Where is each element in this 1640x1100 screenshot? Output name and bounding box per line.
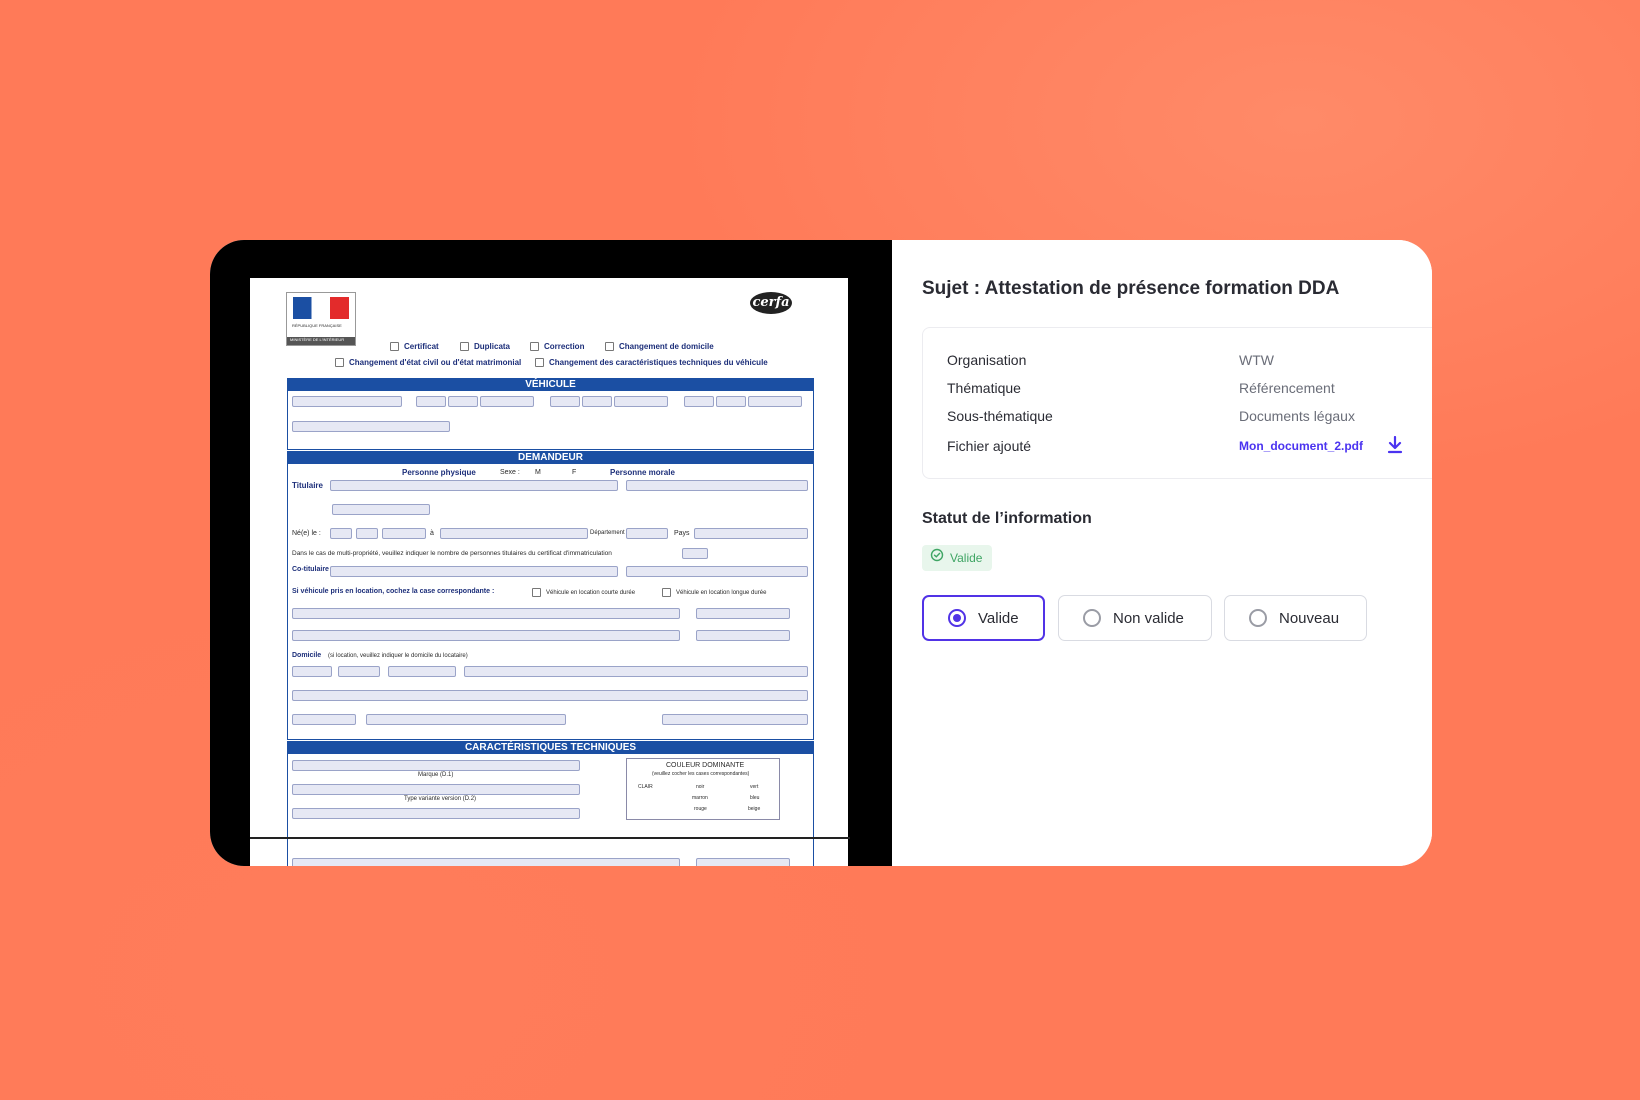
section-vehicule: VÉHICULE [287, 378, 814, 391]
main-card: RÉPUBLIQUE FRANÇAISE MINISTÈRE DE L'INTÉ… [210, 240, 1432, 866]
status-title: Statut de l’information [922, 510, 1092, 527]
section-caracteristiques: CARACTÉRISTIQUES TECHNIQUES [287, 741, 814, 754]
download-icon[interactable] [1387, 435, 1403, 459]
option-non-valide[interactable]: Non valide [1058, 595, 1212, 641]
document-viewer[interactable]: RÉPUBLIQUE FRANÇAISE MINISTÈRE DE L'INTÉ… [210, 240, 892, 866]
cerfa-logo: cerfa [750, 292, 792, 314]
status-badge: Valide [922, 545, 993, 571]
republique-logo: RÉPUBLIQUE FRANÇAISE MINISTÈRE DE L'INTÉ… [286, 292, 356, 346]
details-panel: Sujet : Attestation de présence formatio… [892, 240, 1432, 866]
info-value-thematique: Référencement [1239, 380, 1335, 396]
info-label-organisation: Organisation [947, 352, 1027, 368]
info-card: Organisation WTW Thématique Référencemen… [922, 327, 1432, 479]
subject-title: Sujet : Attestation de présence formatio… [922, 278, 1340, 299]
info-label-sous-thematique: Sous-thématique [947, 408, 1053, 424]
info-label-thematique: Thématique [947, 380, 1021, 396]
info-value-sous-thematique: Documents légaux [1239, 408, 1355, 424]
radio-selected-icon [948, 609, 966, 627]
document-page: RÉPUBLIQUE FRANÇAISE MINISTÈRE DE L'INTÉ… [250, 278, 848, 866]
radio-icon [1083, 609, 1101, 627]
section-demandeur: DEMANDEUR [287, 451, 814, 464]
info-value-organisation: WTW [1239, 352, 1274, 368]
refresh-check-icon [930, 545, 944, 571]
option-nouveau[interactable]: Nouveau [1224, 595, 1367, 641]
info-label-fichier: Fichier ajouté [947, 438, 1032, 454]
file-link[interactable]: Mon_document_2.pdf [1239, 439, 1363, 453]
option-valide[interactable]: Valide [922, 595, 1045, 641]
status-badge-label: Valide [950, 551, 983, 565]
radio-icon [1249, 609, 1267, 627]
page-divider [250, 837, 850, 839]
